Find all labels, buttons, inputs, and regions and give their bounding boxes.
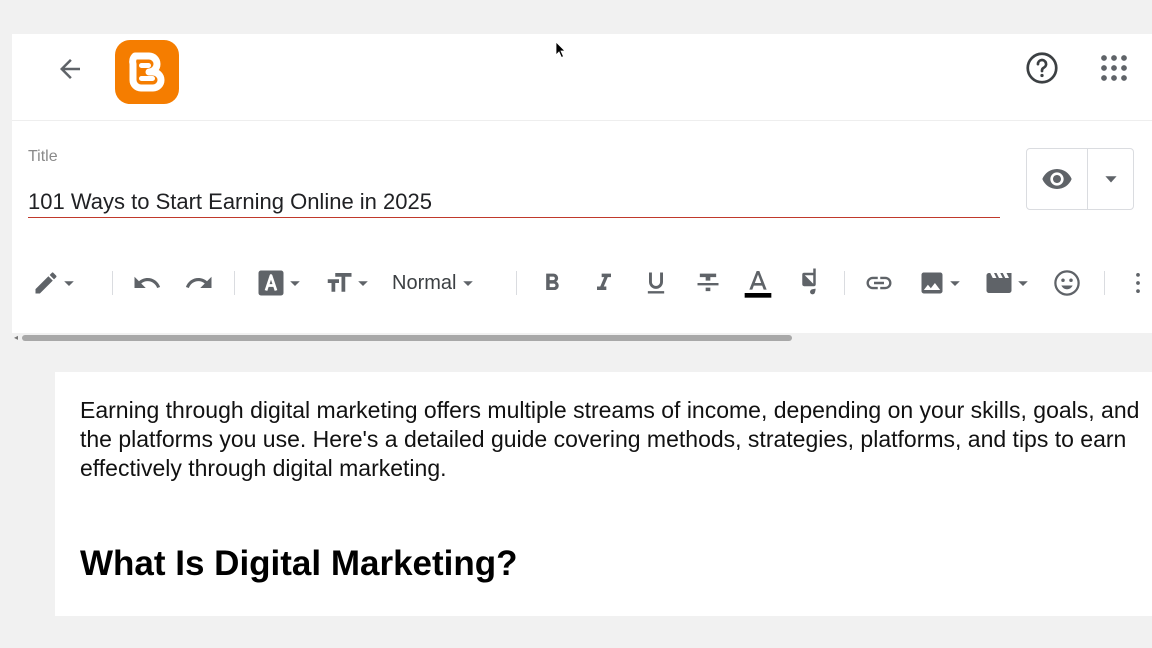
strikethrough-icon: [697, 273, 719, 292]
editor-paragraph[interactable]: Earning through digital marketing offers…: [80, 396, 1152, 483]
insert-image-button[interactable]: [918, 260, 961, 306]
pencil-icon: [35, 272, 57, 294]
undo-icon: [134, 276, 161, 288]
undo-button[interactable]: [132, 260, 162, 306]
toolbar-scrollbar-thumb[interactable]: [22, 335, 792, 341]
toolbar-separator: [234, 271, 235, 295]
editor-heading[interactable]: What Is Digital Marketing?: [80, 544, 518, 584]
preview-button-group: [1026, 148, 1134, 210]
back-button[interactable]: [50, 49, 90, 89]
text-size-button[interactable]: [324, 260, 369, 306]
eye-icon: [1042, 169, 1072, 189]
underline-button[interactable]: [642, 260, 670, 306]
redo-icon: [185, 276, 212, 288]
preview-dropdown-button[interactable]: [1088, 149, 1133, 209]
post-editor-window: Title 101 Ways to Start Earning Online i…: [12, 34, 1152, 616]
caret-down-icon: [358, 281, 368, 286]
bold-icon: [546, 273, 559, 290]
caret-down-icon: [463, 281, 474, 286]
redo-button[interactable]: [184, 260, 214, 306]
scroll-left-arrow-icon[interactable]: ◂: [14, 334, 18, 342]
font-icon: [258, 270, 284, 296]
title-input[interactable]: [28, 187, 1000, 218]
editor-content-area: Earning through digital marketing offers…: [12, 343, 1152, 616]
text-size-icon: [327, 273, 352, 292]
underline-icon: [647, 272, 665, 294]
toolbar-separator: [112, 271, 113, 295]
compose-mode-button[interactable]: [32, 260, 75, 306]
highlight-icon: [802, 268, 816, 295]
text-color-icon: [744, 271, 772, 298]
more-vert-icon: [1136, 272, 1140, 294]
more-options-button[interactable]: [1128, 260, 1148, 306]
text-color-button[interactable]: [742, 260, 774, 306]
insert-video-button[interactable]: [984, 260, 1029, 306]
bold-button[interactable]: [538, 260, 566, 306]
title-label: Title: [28, 148, 58, 165]
toolbar-separator: [844, 271, 845, 295]
caret-down-icon: [64, 281, 74, 286]
font-button[interactable]: [256, 260, 301, 306]
help-circle-icon: [1026, 52, 1058, 84]
apps-grid-icon: [1101, 55, 1127, 81]
caret-down-icon: [1018, 281, 1028, 286]
caret-down-icon: [1104, 176, 1117, 183]
blogger-logo[interactable]: [115, 40, 179, 104]
blogger-logo-icon: [129, 52, 165, 92]
help-button[interactable]: [1022, 48, 1062, 88]
header-divider: [12, 120, 1152, 121]
image-icon: [921, 272, 943, 294]
arrow-back-icon: [60, 59, 80, 79]
highlight-button[interactable]: [794, 260, 824, 306]
link-button[interactable]: [864, 260, 894, 306]
paragraph-format-dropdown[interactable]: Normal: [392, 260, 474, 306]
caret-down-icon: [290, 281, 300, 286]
apps-button[interactable]: [1094, 48, 1134, 88]
toolbar-separator: [1104, 271, 1105, 295]
italic-button[interactable]: [590, 260, 618, 306]
editor-document[interactable]: Earning through digital marketing offers…: [55, 372, 1152, 616]
link-icon: [866, 276, 892, 290]
caret-down-icon: [950, 281, 960, 286]
toolbar-separator: [516, 271, 517, 295]
insert-emoji-button[interactable]: [1052, 260, 1082, 306]
preview-button[interactable]: [1027, 149, 1088, 209]
formatting-toolbar: Normal: [12, 260, 1152, 306]
video-icon: [986, 273, 1012, 293]
mouse-pointer-icon: [555, 41, 566, 59]
paragraph-format-label: Normal: [392, 271, 457, 294]
strikethrough-button[interactable]: [694, 260, 722, 306]
emoji-icon: [1054, 270, 1080, 296]
italic-icon: [597, 273, 611, 290]
